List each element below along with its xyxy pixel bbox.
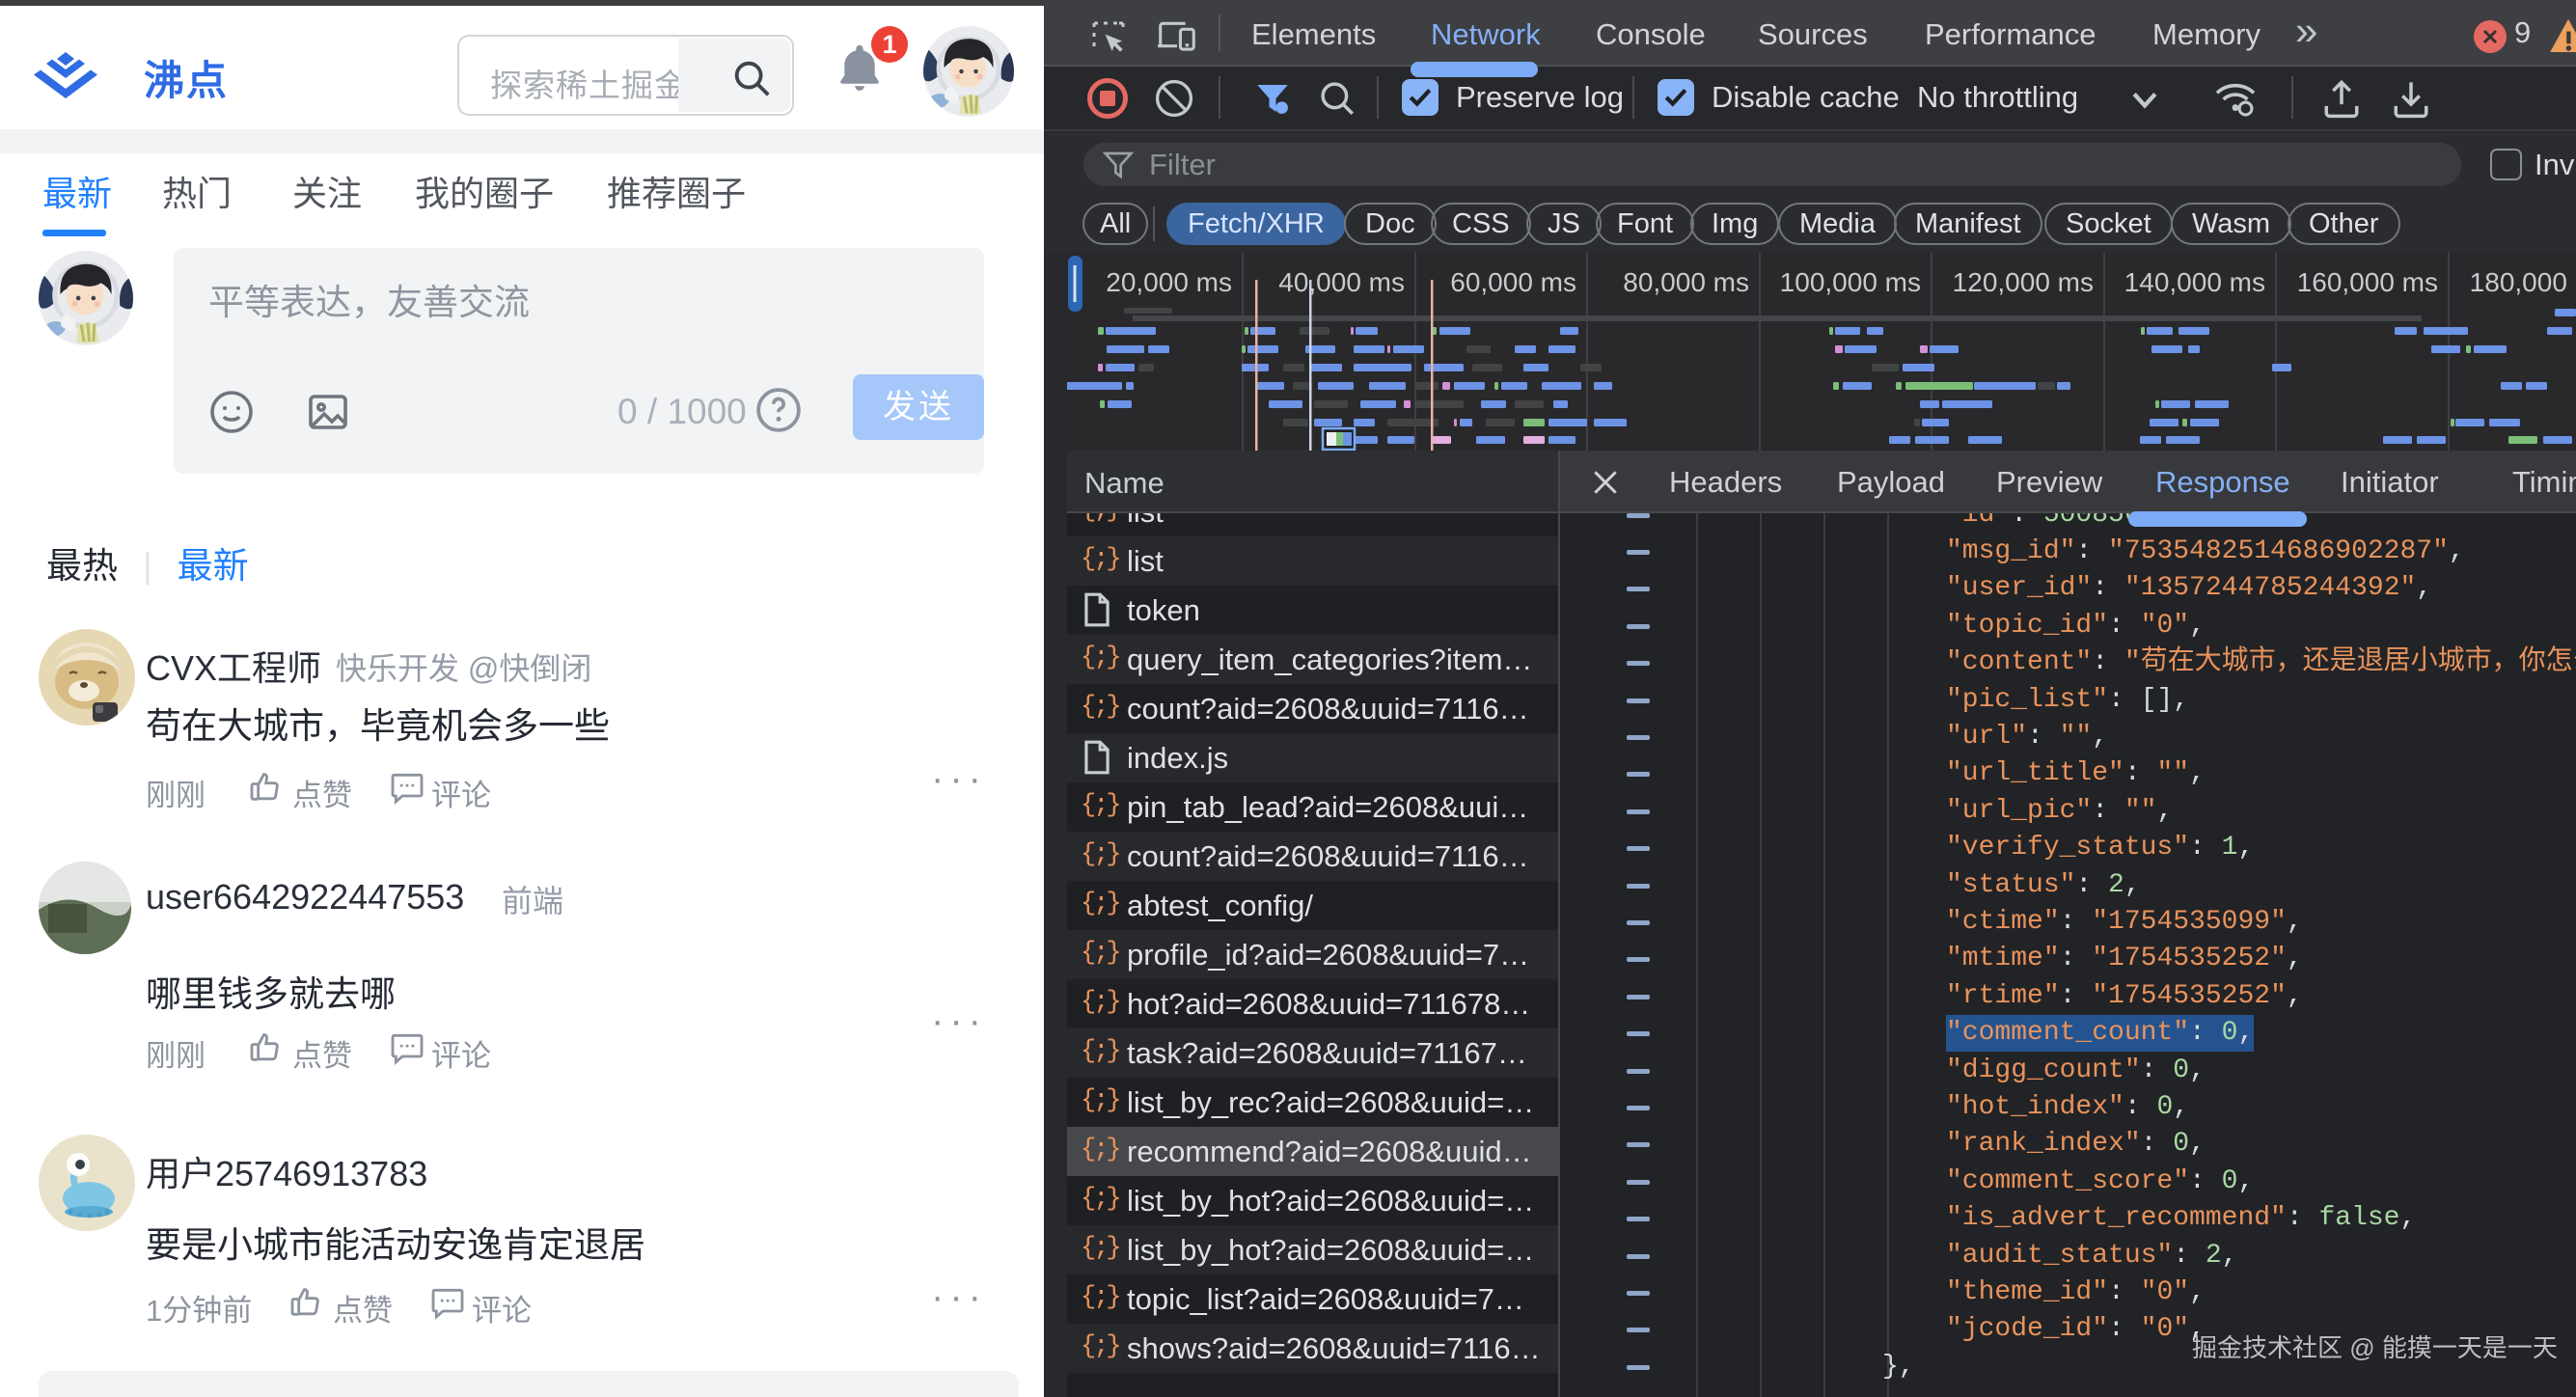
svg-text:140,000 ms: 140,000 ms [2124, 267, 2265, 297]
svg-text:100,000 ms: 100,000 ms [1780, 267, 1921, 297]
svg-text:60,000 ms: 60,000 ms [1450, 267, 1576, 297]
svg-text:80,000 ms: 80,000 ms [1623, 267, 1749, 297]
svg-text:120,000 ms: 120,000 ms [1953, 267, 2094, 297]
svg-text:180,000 ms: 180,000 ms [2470, 267, 2576, 297]
svg-text:20,000 ms: 20,000 ms [1106, 267, 1232, 297]
svg-text:160,000 ms: 160,000 ms [2297, 267, 2438, 297]
svg-text:40,000 ms: 40,000 ms [1278, 267, 1405, 297]
